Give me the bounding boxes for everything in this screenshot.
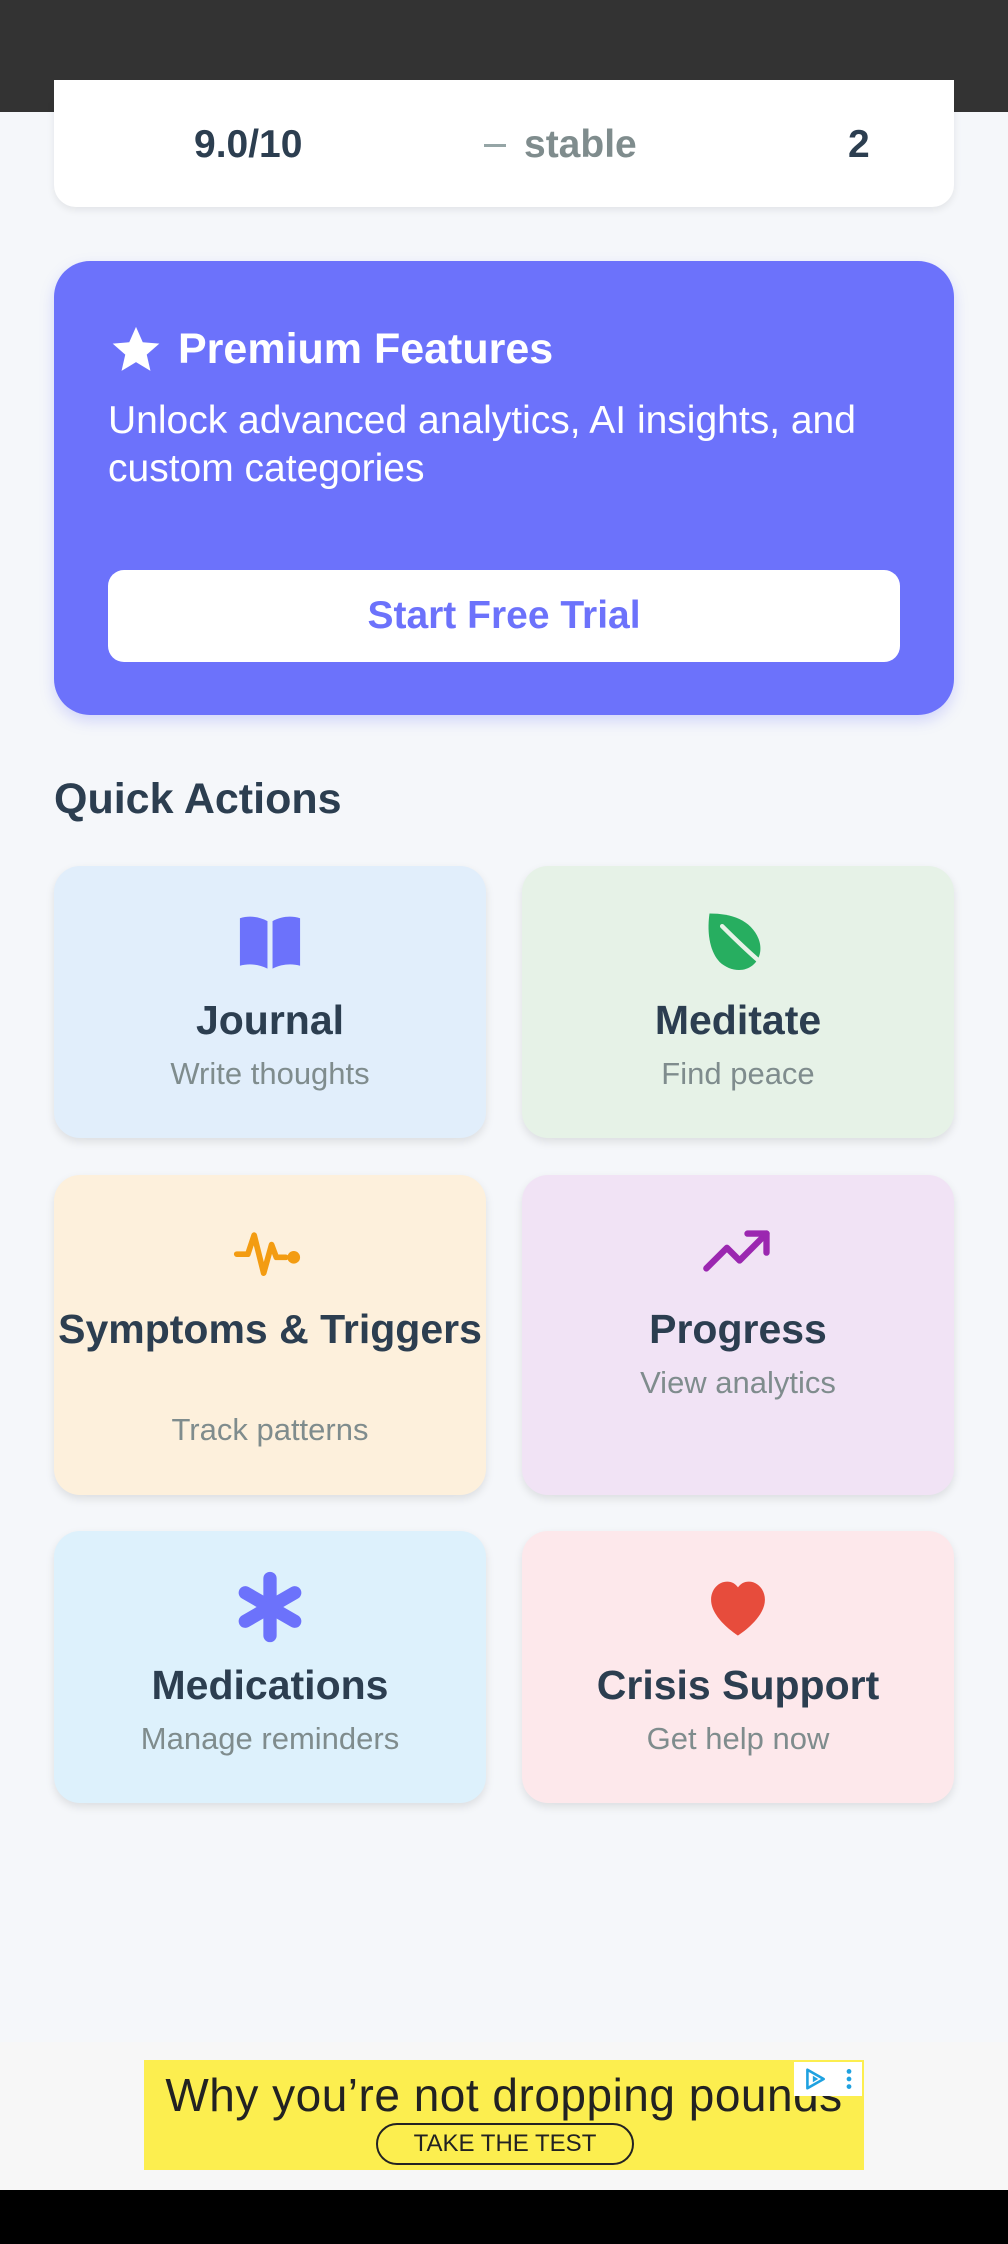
book-icon xyxy=(239,916,301,969)
trend-label: stable xyxy=(524,123,637,166)
ad-choices-icon xyxy=(806,2068,825,2090)
heart-icon xyxy=(711,1581,765,1636)
mood-score-value: 9.0/10 xyxy=(194,123,303,166)
ad-choices[interactable] xyxy=(794,2062,862,2096)
tile-subtitle: Find peace xyxy=(661,1056,815,1091)
trend-flat-icon xyxy=(484,143,506,147)
premium-subtitle: Unlock advanced analytics, AI insights, … xyxy=(108,399,856,490)
tile-title: Progress xyxy=(649,1306,827,1352)
stats-summary-card: 9.0/10 stable 2 xyxy=(54,80,954,207)
star-icon xyxy=(112,326,160,371)
quick-action-journal[interactable]: Journal Write thoughts xyxy=(54,866,486,1138)
quick-action-medications[interactable]: Medications Manage reminders xyxy=(54,1531,486,1803)
tile-subtitle: Get help now xyxy=(646,1721,830,1756)
tile-subtitle: Track patterns xyxy=(171,1412,369,1447)
tile-title: Journal xyxy=(195,997,345,1043)
quick-actions-title: Quick Actions xyxy=(54,775,342,823)
quick-action-progress[interactable]: Progress View analytics xyxy=(522,1175,954,1495)
system-navigation-bar xyxy=(0,2190,1008,2244)
start-free-trial-button[interactable]: Start Free Trial xyxy=(108,570,900,662)
more-vertical-icon xyxy=(846,2069,852,2089)
ad-headline: Why you’re not dropping pounds xyxy=(165,2069,843,2121)
ad-banner[interactable]: Why you’re not dropping pounds TAKE THE … xyxy=(144,2060,864,2170)
ad-cta-button[interactable]: TAKE THE TEST xyxy=(376,2123,634,2165)
asterisk-icon xyxy=(238,1571,302,1643)
tile-title: Meditate xyxy=(654,997,822,1043)
mood-trend: stable xyxy=(484,120,637,170)
quick-action-crisis-support[interactable]: Crisis Support Get help now xyxy=(522,1531,954,1803)
premium-header: Premium Features xyxy=(108,321,553,377)
quick-action-meditate[interactable]: Meditate Find peace xyxy=(522,866,954,1138)
entries-count-value: 2 xyxy=(848,123,870,166)
tile-title: Symptoms & Triggers xyxy=(58,1306,482,1352)
tile-subtitle: Write thoughts xyxy=(170,1056,370,1091)
leaf-icon xyxy=(708,913,769,970)
premium-title: Premium Features xyxy=(178,324,554,373)
quick-action-symptoms-triggers[interactable]: Symptoms & Triggers Track patterns xyxy=(54,1175,486,1495)
tile-subtitle: Manage reminders xyxy=(140,1721,400,1756)
tile-title: Medications xyxy=(151,1662,389,1708)
trending-up-icon xyxy=(703,1230,770,1272)
tile-title: Crisis Support xyxy=(596,1662,880,1708)
premium-features-card: Premium Features Unlock advanced analyti… xyxy=(54,261,954,715)
tile-subtitle: View analytics xyxy=(640,1365,836,1400)
pulse-icon xyxy=(233,1232,301,1277)
